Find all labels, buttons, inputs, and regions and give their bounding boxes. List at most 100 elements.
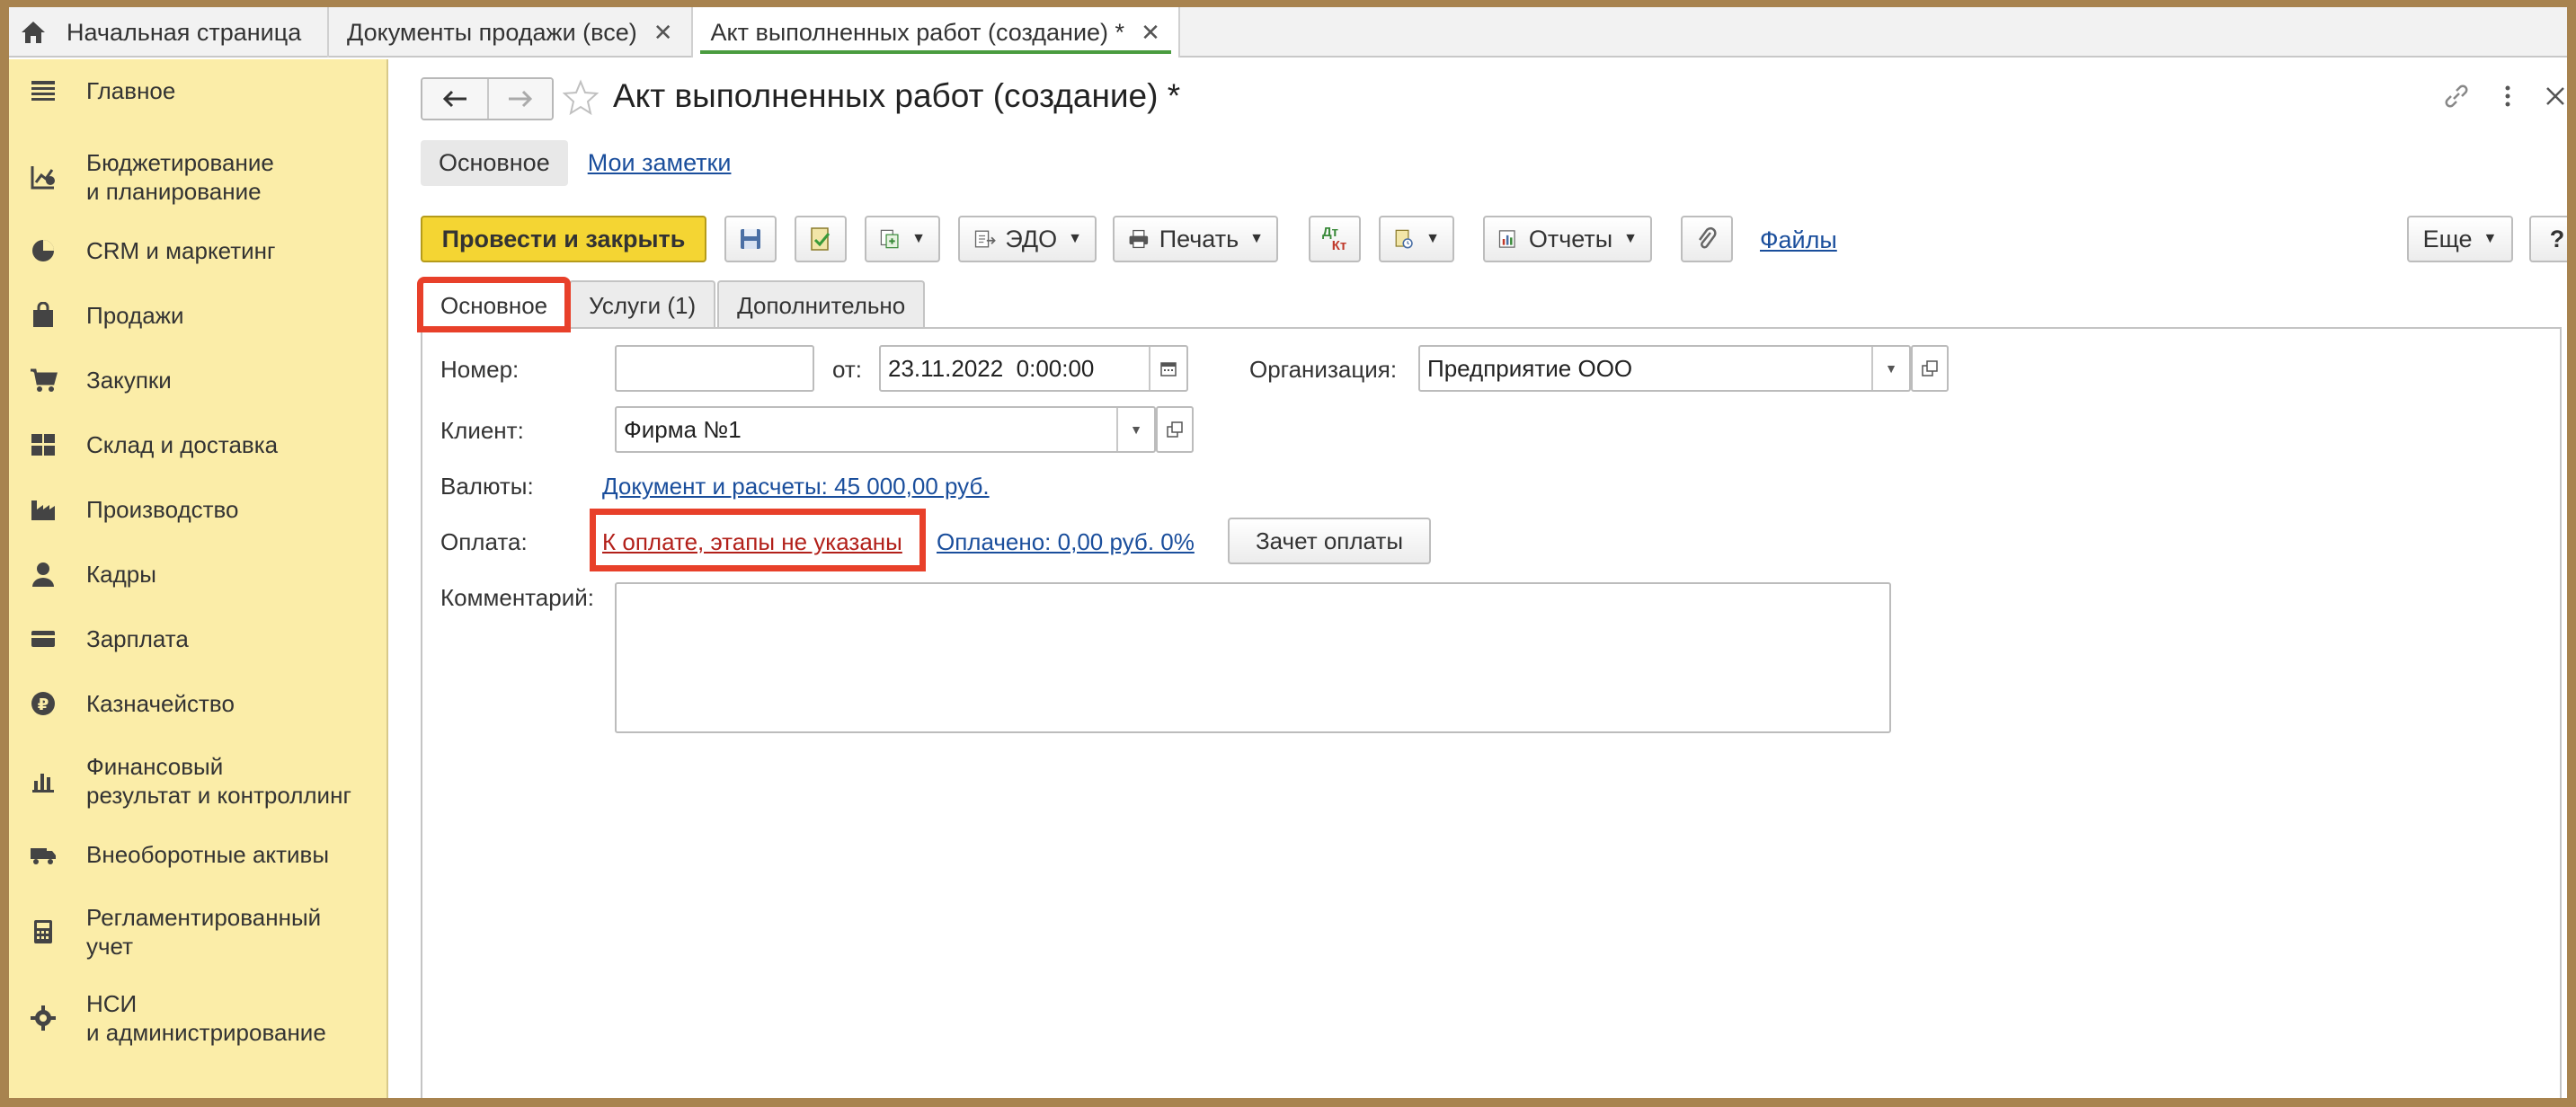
- help-button[interactable]: ?: [2529, 216, 2567, 262]
- payment-schedule-link[interactable]: К оплате, этапы не указаны: [602, 528, 902, 556]
- tab-services[interactable]: Услуги (1): [569, 280, 716, 329]
- client-open-button[interactable]: [1156, 406, 1194, 453]
- sidebar-item-purchases[interactable]: Закупки: [9, 361, 386, 399]
- dt-kt-icon-kt: Кт: [1331, 238, 1347, 253]
- sidebar-item-sales[interactable]: Продажи: [9, 297, 386, 334]
- sidebar-item-production[interactable]: Производство: [9, 491, 386, 528]
- edo-button[interactable]: ЭДО ▼: [958, 216, 1097, 262]
- tab-act-create[interactable]: Акт выполненных работ (создание) * ✕: [692, 7, 1180, 58]
- date-input[interactable]: 23.11.2022 0:00:00: [879, 345, 1188, 392]
- cart-icon: [27, 364, 59, 396]
- tab-main[interactable]: Основное: [416, 277, 572, 332]
- sidebar-item-hr[interactable]: Кадры: [9, 555, 386, 593]
- organization-value: Предприятие ООО: [1427, 354, 1633, 382]
- arrow-right-icon: [509, 90, 533, 108]
- home-icon: [22, 22, 45, 43]
- client-label: Клиент:: [440, 417, 524, 444]
- print-button[interactable]: Печать ▼: [1113, 216, 1278, 262]
- sections-sidebar: Главное Бюджетирование и планирование CR…: [9, 59, 388, 1098]
- more-button[interactable]: Еще ▼: [2407, 216, 2513, 262]
- sidebar-item-salary[interactable]: Зарплата: [9, 620, 386, 658]
- edo-icon: [974, 230, 996, 248]
- create-based-on-icon: [880, 229, 899, 249]
- close-icon[interactable]: [2544, 84, 2567, 108]
- tab-sales-documents[interactable]: Документы продажи (все) ✕: [329, 7, 693, 58]
- printer-icon: [1129, 229, 1149, 249]
- app-window: Начальная страница Документы продажи (вс…: [9, 7, 2567, 1098]
- link-icon[interactable]: [2441, 81, 2472, 111]
- number-input[interactable]: [615, 345, 814, 392]
- tab-home[interactable]: Начальная страница: [9, 7, 329, 58]
- comment-label: Комментарий:: [440, 584, 594, 611]
- post-button[interactable]: [795, 216, 847, 262]
- save-button[interactable]: [724, 216, 777, 262]
- print-button-label: Печать: [1159, 225, 1239, 252]
- bar-chart-icon: [27, 765, 59, 797]
- truck-icon: [27, 838, 59, 871]
- pie-chart-icon: [27, 235, 59, 267]
- organization-input[interactable]: Предприятие ООО ▼: [1418, 345, 1911, 392]
- comment-textarea[interactable]: [615, 582, 1891, 733]
- sidebar-item-budgeting[interactable]: Бюджетирование и планирование: [9, 146, 386, 208]
- forward-button[interactable]: [487, 79, 552, 119]
- related-documents-button[interactable]: ▼: [1379, 216, 1454, 262]
- more-button-label: Еще: [2422, 225, 2473, 252]
- sidebar-item-fixed-assets[interactable]: Внеоборотные активы: [9, 836, 386, 873]
- star-icon[interactable]: [563, 79, 599, 115]
- sidebar-item-label: Финансовый результат и контроллинг: [86, 753, 351, 809]
- back-button[interactable]: [422, 79, 487, 119]
- paperclip-icon: [1698, 226, 1717, 249]
- post-document-icon: [811, 227, 831, 251]
- form-tabs: Основное Услуги (1) Дополнительно: [416, 277, 927, 332]
- sidebar-item-admin[interactable]: НСИ и администрирование: [9, 987, 386, 1049]
- menu-lines-icon: [27, 75, 59, 107]
- open-form-icon: [1167, 421, 1183, 438]
- close-icon[interactable]: ✕: [1141, 19, 1160, 47]
- subnav-main[interactable]: Основное: [421, 140, 568, 186]
- sidebar-item-treasury[interactable]: ₽ Казначейство: [9, 685, 386, 722]
- calendar-button[interactable]: [1149, 347, 1186, 390]
- factory-icon: [27, 493, 59, 526]
- document-form: Акт выполненных работ (создание) * Основ…: [390, 59, 2567, 1098]
- sidebar-item-label: Закупки: [86, 367, 172, 394]
- sidebar-item-regulated[interactable]: Регламентированный учет: [9, 900, 386, 963]
- svg-text:₽: ₽: [38, 695, 49, 714]
- sidebar-item-label: CRM и маркетинг: [86, 237, 276, 264]
- shopping-bag-icon: [27, 299, 59, 332]
- sidebar-item-crm[interactable]: CRM и маркетинг: [9, 232, 386, 270]
- chevron-down-icon: ▼: [1068, 231, 1082, 246]
- client-dropdown[interactable]: ▼: [1116, 408, 1154, 451]
- chevron-down-icon: ▼: [1623, 231, 1638, 246]
- create-based-on-button[interactable]: ▼: [865, 216, 940, 262]
- chevron-down-icon: ▼: [1885, 361, 1897, 376]
- close-icon[interactable]: ✕: [653, 19, 673, 47]
- warehouse-icon: [27, 429, 59, 461]
- sidebar-item-finance[interactable]: Финансовый результат и контроллинг: [9, 749, 386, 812]
- floppy-disk-icon: [741, 229, 760, 249]
- paid-amount-link[interactable]: Оплачено: 0,00 руб. 0%: [937, 528, 1195, 556]
- ruble-icon: ₽: [27, 687, 59, 720]
- tab-home-label: Начальная страница: [67, 18, 302, 46]
- more-vertical-icon[interactable]: [2499, 81, 2517, 111]
- client-value: Фирма №1: [624, 415, 742, 443]
- subnav-notes-link[interactable]: Мои заметки: [588, 149, 732, 177]
- sidebar-item-label: Производство: [86, 496, 239, 523]
- window-tab-strip: Начальная страница Документы продажи (вс…: [9, 7, 2567, 58]
- window-actions: [2441, 81, 2567, 111]
- reports-button[interactable]: Отчеты ▼: [1483, 216, 1652, 262]
- client-input[interactable]: Фирма №1 ▼: [615, 406, 1156, 453]
- number-label: Номер:: [440, 356, 520, 383]
- organization-dropdown[interactable]: ▼: [1871, 347, 1909, 390]
- dt-kt-button[interactable]: Дт Кт: [1309, 216, 1361, 262]
- sidebar-item-main[interactable]: Главное: [9, 72, 386, 110]
- attach-button[interactable]: [1681, 216, 1733, 262]
- files-link[interactable]: Файлы: [1760, 226, 1837, 254]
- sidebar-item-label: Продажи: [86, 302, 184, 329]
- sidebar-item-warehouse[interactable]: Склад и доставка: [9, 426, 386, 464]
- currency-settlement-link[interactable]: Документ и расчеты: 45 000,00 руб.: [602, 473, 990, 500]
- organization-open-button[interactable]: [1911, 345, 1949, 392]
- post-and-close-button[interactable]: Провести и закрыть: [421, 216, 706, 262]
- tab-additional[interactable]: Дополнительно: [717, 280, 926, 329]
- payment-offset-button[interactable]: Зачет оплаты: [1228, 518, 1431, 564]
- main-tab-panel: Номер: от: 23.11.2022 0:00:00 Организаци…: [421, 327, 2562, 1098]
